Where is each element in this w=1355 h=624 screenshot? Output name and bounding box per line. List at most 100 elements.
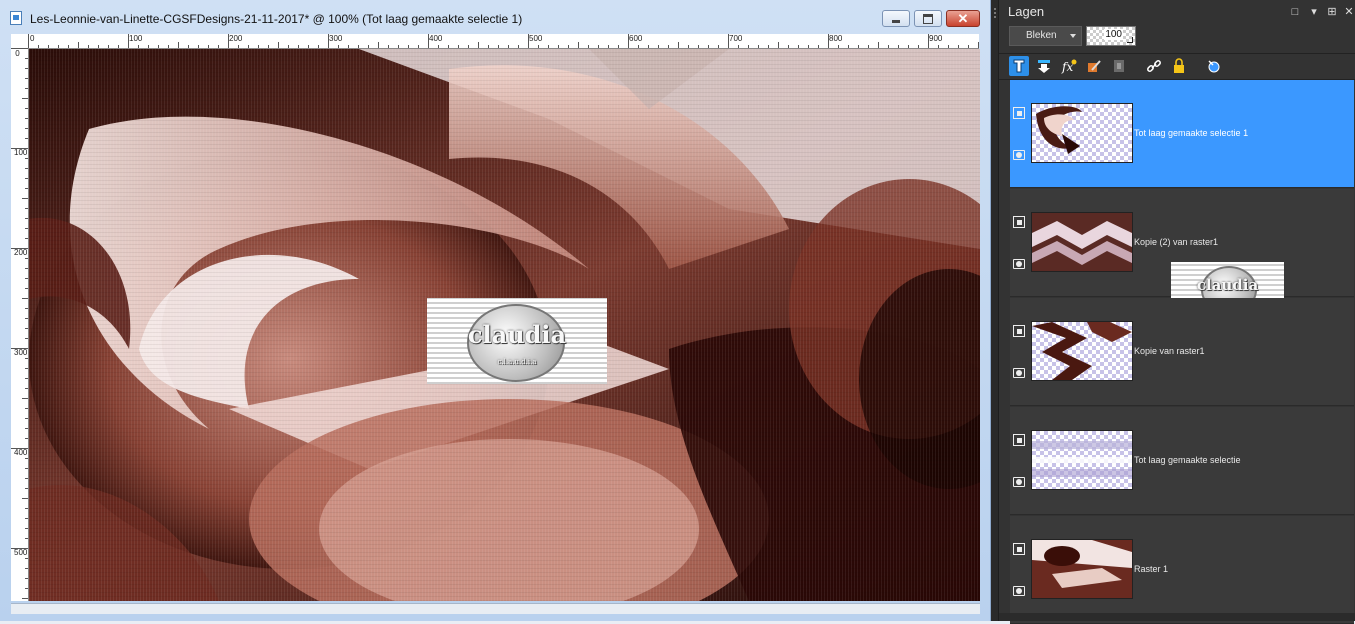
ruler-tick (25, 468, 28, 469)
layer-row-kopie-2-van-raster1[interactable]: Kopie (2) van raster1 claudia (1010, 189, 1354, 316)
ruler-tick (148, 45, 149, 48)
palette-close-icon[interactable]: ✕ (1343, 6, 1355, 18)
layer-row-kopie-van-raster1[interactable]: Kopie van raster1 (1010, 298, 1354, 406)
ruler-vertical[interactable]: 0 100 200 300 400 500 (11, 48, 29, 601)
grip-dot (994, 8, 996, 10)
maximize-icon (915, 11, 941, 26)
watermark-canvas: claudia c.l.a.u.d.i.a (427, 298, 607, 384)
layer-name: Tot laag gemaakte selectie 1 (1134, 128, 1249, 138)
ruler-tick (25, 418, 28, 419)
ruler-tick (698, 45, 699, 48)
watermark-subtext: c.l.a.u.d.i.a (497, 358, 537, 366)
palette-options-icon[interactable]: ▾ (1308, 6, 1320, 18)
image-canvas[interactable]: claudia c.l.a.u.d.i.a (29, 49, 980, 601)
ruler-tick (11, 448, 28, 449)
palette-dock-handle[interactable] (991, 0, 999, 621)
ruler-tick (398, 45, 399, 48)
ruler-tick (628, 34, 629, 48)
ruler-tick (408, 45, 409, 48)
ruler-tick (25, 328, 28, 329)
ruler-tick (25, 288, 28, 289)
layer-row-raster-1[interactable]: Raster 1 (1010, 516, 1354, 624)
ruler-tick (978, 42, 979, 48)
layer-name: Raster 1 (1134, 564, 1169, 574)
ruler-horizontal[interactable]: 0 100 200 300 400 500 600 700 800 900 (28, 34, 979, 49)
ruler-tick (25, 168, 28, 169)
ruler-tick (25, 178, 28, 179)
palette-pin-icon[interactable]: ⊞ (1326, 6, 1338, 18)
ruler-tick (588, 45, 589, 48)
ruler-tick (328, 34, 329, 48)
ruler-tick (848, 45, 849, 48)
adjustment-layer-icon[interactable] (1204, 56, 1224, 76)
ruler-tick (178, 42, 179, 48)
document-window: Les-Leonnie-van-Linette-CGSFDesigns-21-1… (0, 0, 991, 621)
ruler-tick (508, 45, 509, 48)
ruler-tick (638, 45, 639, 48)
ruler-tick (378, 42, 379, 48)
ruler-top-label: 500 (529, 34, 543, 43)
ruler-tick (25, 228, 28, 229)
new-vector-layer-icon[interactable] (1034, 56, 1054, 76)
blend-mode-dropdown[interactable]: Bleken (1009, 26, 1082, 46)
close-icon: ✕ (957, 10, 969, 26)
ruler-tick (78, 42, 79, 48)
ruler-tick (748, 45, 749, 48)
ruler-tick (25, 108, 28, 109)
layer-row-tot-laag-gemaakte-selectie[interactable]: Tot laag gemaakte selectie (1010, 407, 1354, 515)
ruler-tick (858, 45, 859, 48)
maximize-button[interactable] (914, 10, 942, 27)
ruler-tick (948, 45, 949, 48)
close-button[interactable]: ✕ (946, 10, 980, 27)
chevron-down-icon (1070, 34, 1076, 38)
ruler-left-label: 200 (14, 248, 28, 257)
ruler-tick (568, 45, 569, 48)
ruler-tick (25, 158, 28, 159)
palette-maximize-icon[interactable]: □ (1289, 6, 1301, 18)
ruler-top-label: 400 (429, 34, 443, 43)
ruler-tick (25, 308, 28, 309)
layer-row-tot-laag-gemaakte-selectie-1[interactable]: Tot laag gemaakte selectie 1 (1010, 80, 1354, 188)
visibility-eye-icon[interactable] (1013, 586, 1025, 596)
ruler-tick (25, 88, 28, 89)
ruler-tick (25, 128, 28, 129)
ruler-tick (38, 45, 39, 48)
ruler-tick (25, 388, 28, 389)
ruler-tick (908, 45, 909, 48)
ruler-tick (68, 45, 69, 48)
ruler-tick (618, 45, 619, 48)
divider (999, 53, 1355, 54)
ruler-tick (838, 45, 839, 48)
layer-effects-icon[interactable]: fx (1059, 56, 1079, 76)
ruler-tick (25, 268, 28, 269)
mask-icon[interactable] (1109, 56, 1129, 76)
minimize-button[interactable] (882, 10, 910, 27)
new-raster-layer-icon[interactable] (1009, 56, 1029, 76)
lock-icon[interactable] (1169, 56, 1189, 76)
ruler-tick (25, 428, 28, 429)
visibility-eye-icon[interactable] (1013, 368, 1025, 378)
document-icon (10, 11, 22, 25)
visibility-eye-icon[interactable] (1013, 477, 1025, 487)
link-icon[interactable] (1144, 56, 1164, 76)
visibility-eye-icon[interactable] (1013, 259, 1025, 269)
opacity-field[interactable]: 100 (1086, 26, 1136, 46)
ruler-tick (25, 438, 28, 439)
ruler-tick (25, 338, 28, 339)
ruler-tick (25, 238, 28, 239)
layer-thumbnail (1031, 321, 1133, 381)
ruler-tick (538, 45, 539, 48)
ruler-tick (898, 45, 899, 48)
ruler-tick (128, 34, 129, 48)
ruler-left-label: 500 (14, 548, 28, 557)
ruler-left-label: 0 (15, 49, 20, 58)
ruler-tick (738, 45, 739, 48)
document-titlebar[interactable]: Les-Leonnie-van-Linette-CGSFDesigns-21-1… (0, 0, 991, 34)
layer-properties-icon[interactable] (1084, 56, 1104, 76)
layer-type-icon (1013, 543, 1025, 555)
ruler-tick (868, 45, 869, 48)
ruler-top-label: 300 (329, 34, 343, 43)
ruler-tick (25, 358, 28, 359)
canvas-scrollbar[interactable] (11, 603, 980, 614)
visibility-eye-icon[interactable] (1013, 150, 1025, 160)
